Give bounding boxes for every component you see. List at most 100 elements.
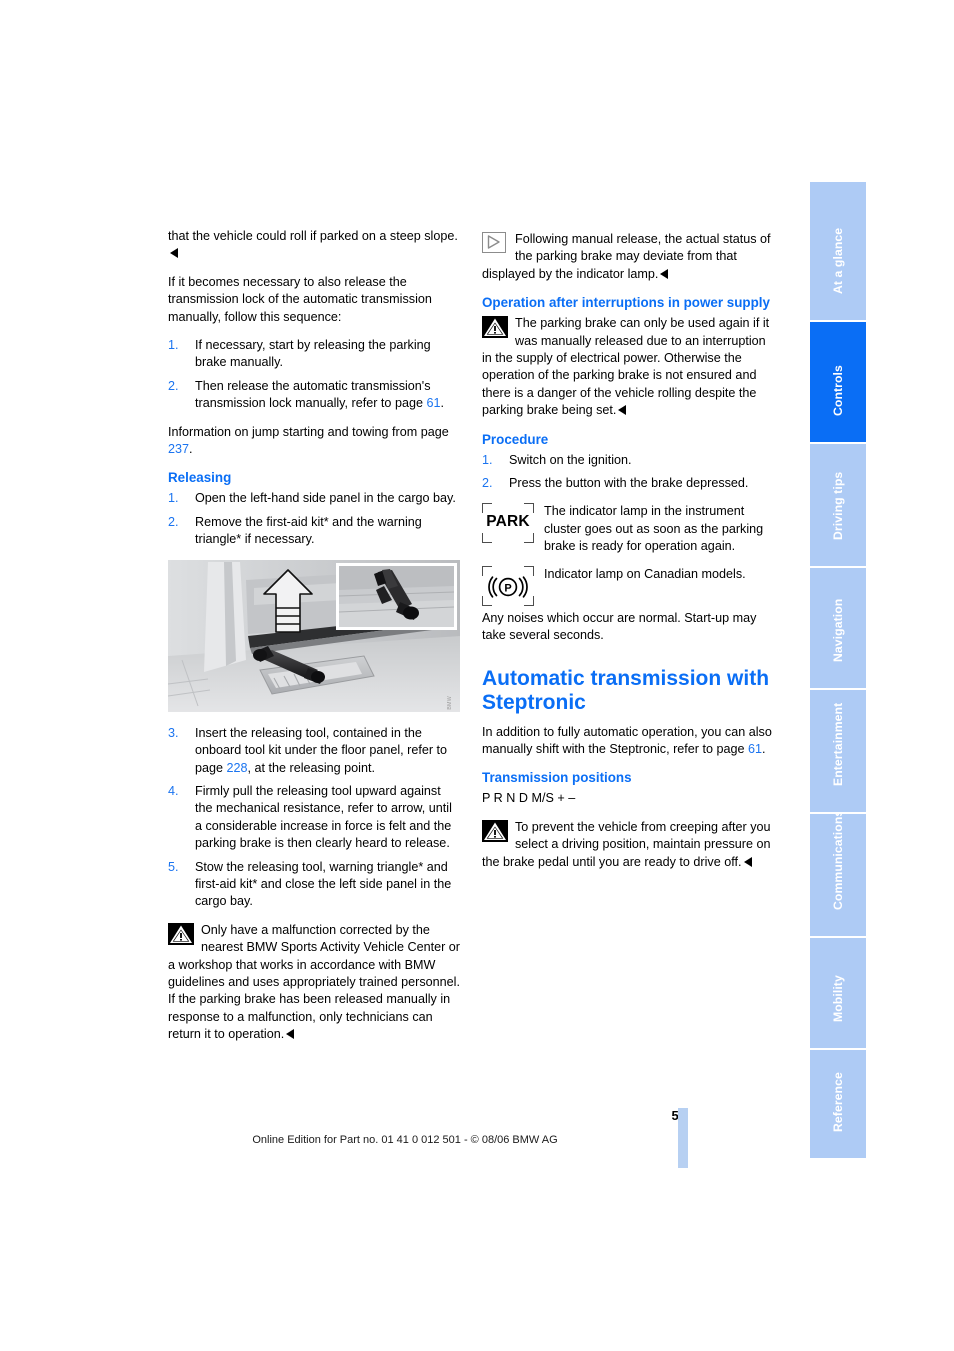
step-number: 4.: [168, 783, 179, 798]
step-number: 2.: [168, 514, 179, 529]
indicator-lamp-park-text: The indicator lamp in the instrument clu…: [544, 504, 764, 554]
end-of-section-marker-icon: [743, 856, 752, 867]
park-indicator-lamp-icon: PARK: [482, 503, 534, 544]
page-reference-link[interactable]: 61: [748, 742, 762, 756]
tab-label: Driving tips: [831, 471, 845, 540]
transmission-positions-heading: Transmission positions: [482, 770, 632, 786]
transmission-lock-steps-list: 1. If necessary, start by releasing the …: [168, 337, 460, 413]
warning-creeping-text: To prevent the vehicle from creeping aft…: [482, 819, 771, 869]
warning-power-supply-block: The parking brake can only be used again…: [482, 315, 774, 419]
jump-start-text-before: Information on jump starting and towing …: [168, 424, 449, 439]
step-text: Stow the releasing tool, warning triangl…: [195, 859, 452, 909]
steptronic-intro-before: In addition to fully automatic operation…: [482, 724, 772, 756]
tab-label: Entertainment: [831, 702, 845, 786]
warning-creeping-block: To prevent the vehicle from creeping aft…: [482, 819, 774, 871]
tab-reference[interactable]: Reference: [810, 1050, 866, 1158]
right-text-column: Following manual release, the actual sta…: [482, 228, 774, 882]
intro-continued-text: that the vehicle could roll if parked on…: [168, 229, 458, 243]
tab-entertainment[interactable]: Entertainment: [810, 690, 866, 814]
page-reference-link[interactable]: 61: [426, 396, 440, 410]
list-item: 4. Firmly pull the releasing tool upward…: [168, 783, 460, 853]
indicator-lamp-canadian-row: P Indicator lamp on Canadian models.: [482, 565, 774, 606]
step-text: Switch on the ignition.: [509, 452, 632, 467]
list-item: 3. Insert the releasing tool, contained …: [168, 725, 460, 777]
list-item: 1. Switch on the ignition.: [482, 452, 774, 469]
warning-malfunction-block: Only have a malfunction corrected by the…: [168, 922, 460, 1044]
warning-triangle-icon: [168, 922, 194, 945]
releasing-heading: Releasing: [168, 470, 232, 486]
svg-text:P: P: [504, 582, 511, 594]
end-of-section-marker-icon: [618, 405, 627, 416]
warning-malfunction-text: Only have a malfunction corrected by the…: [168, 922, 460, 1042]
tab-label: Navigation: [831, 598, 845, 662]
step-text: If necessary, start by releasing the par…: [195, 338, 431, 370]
tab-at-a-glance[interactable]: At a glance: [810, 182, 866, 322]
footer-accent-bar: [678, 1108, 688, 1168]
list-item: 2. Then release the automatic transmissi…: [168, 378, 460, 413]
tab-mobility[interactable]: Mobility: [810, 938, 866, 1050]
step-text: Remove the first-aid kit* and the warnin…: [195, 514, 422, 547]
steptronic-heading: Automatic transmission with Steptronic: [482, 666, 770, 714]
tab-communications[interactable]: Communications: [810, 814, 866, 938]
jump-start-text-after: .: [189, 442, 193, 457]
tab-label: Mobility: [831, 975, 845, 1022]
step-text: Firmly pull the releasing tool upward ag…: [195, 783, 452, 851]
tab-controls[interactable]: Controls: [810, 322, 866, 444]
list-item: 2. Remove the first-aid kit* and the war…: [168, 514, 460, 549]
releasing-steps-list-a: 1. Open the left-hand side panel in the …: [168, 490, 460, 548]
page-reference-link[interactable]: 228: [227, 761, 248, 775]
step-number: 1.: [168, 338, 179, 353]
power-supply-heading: Operation after interruptions in power s…: [482, 295, 770, 311]
step-number: 1.: [482, 452, 493, 467]
releasing-steps-list-b: 3. Insert the releasing tool, contained …: [168, 725, 460, 911]
note-manual-release-text: Following manual release, the actual sta…: [482, 232, 771, 281]
end-of-section-marker-icon: [170, 248, 178, 259]
step-text-after: , at the releasing point.: [247, 760, 375, 775]
steptronic-intro-paragraph: In addition to fully automatic operation…: [482, 724, 774, 759]
tab-label: At a glance: [831, 227, 845, 294]
page-reference-link[interactable]: 237: [168, 442, 189, 456]
edition-line: Online Edition for Part no. 01 41 0 012 …: [252, 1134, 558, 1146]
step-text-after: .: [440, 396, 444, 411]
warning-triangle-icon: [482, 316, 508, 339]
end-of-section-marker-icon: [660, 268, 669, 279]
left-text-column: that the vehicle could roll if parked on…: [168, 228, 460, 1055]
indicator-lamp-canadian-text: Indicator lamp on Canadian models.: [544, 566, 746, 581]
manual-page: that the vehicle could roll if parked on…: [0, 0, 954, 1351]
step-number: 2.: [168, 378, 179, 393]
jump-start-paragraph: Information on jump starting and towing …: [168, 424, 460, 459]
transmission-positions-list: P R N D M/S + –: [482, 791, 576, 806]
tab-label: Reference: [831, 1072, 845, 1132]
step-number: 5.: [168, 859, 179, 874]
step-text: Open the left-hand side panel in the car…: [195, 491, 456, 506]
note-arrow-icon: [482, 232, 508, 254]
lock-intro-paragraph: If it becomes necessary to also release …: [168, 274, 432, 324]
list-item: 1. If necessary, start by releasing the …: [168, 337, 460, 372]
section-tab-strip: At a glance Controls Driving tips Naviga…: [810, 182, 866, 1160]
illustration-graphic: [168, 559, 460, 712]
warning-power-supply-text: The parking brake can only be used again…: [482, 316, 770, 418]
step-number: 3.: [168, 725, 179, 740]
list-item: 1. Open the left-hand side panel in the …: [168, 490, 460, 507]
park-lamp-label: PARK: [486, 513, 530, 531]
noises-paragraph: Any noises which occur are normal. Start…: [482, 610, 757, 643]
tab-label: Controls: [831, 365, 845, 416]
step-number: 2.: [482, 476, 493, 491]
tab-driving-tips[interactable]: Driving tips: [810, 444, 866, 568]
procedure-heading: Procedure: [482, 431, 549, 447]
warning-triangle-icon: [482, 819, 508, 842]
procedure-steps-list: 1. Switch on the ignition. 2. Press the …: [482, 452, 774, 493]
tab-navigation[interactable]: Navigation: [810, 568, 866, 690]
steptronic-intro-after: .: [762, 741, 766, 756]
step-number: 1.: [168, 491, 179, 506]
step-text: Press the button with the brake depresse…: [509, 476, 749, 491]
list-item: 5. Stow the releasing tool, warning tria…: [168, 859, 460, 911]
note-manual-release-block: Following manual release, the actual sta…: [482, 231, 774, 283]
indicator-lamp-park-row: PARK The indicator lamp in the instrumen…: [482, 503, 774, 555]
end-of-section-marker-icon: [286, 1029, 295, 1040]
cargo-bay-releasing-tool-illustration: BMW: [168, 559, 460, 712]
tab-label: Communications: [831, 814, 845, 910]
image-credit-text: BMW: [446, 696, 453, 710]
parking-brake-p-symbol-icon: P: [482, 565, 534, 606]
intro-continued-paragraph: that the vehicle could roll if parked on…: [168, 228, 460, 263]
